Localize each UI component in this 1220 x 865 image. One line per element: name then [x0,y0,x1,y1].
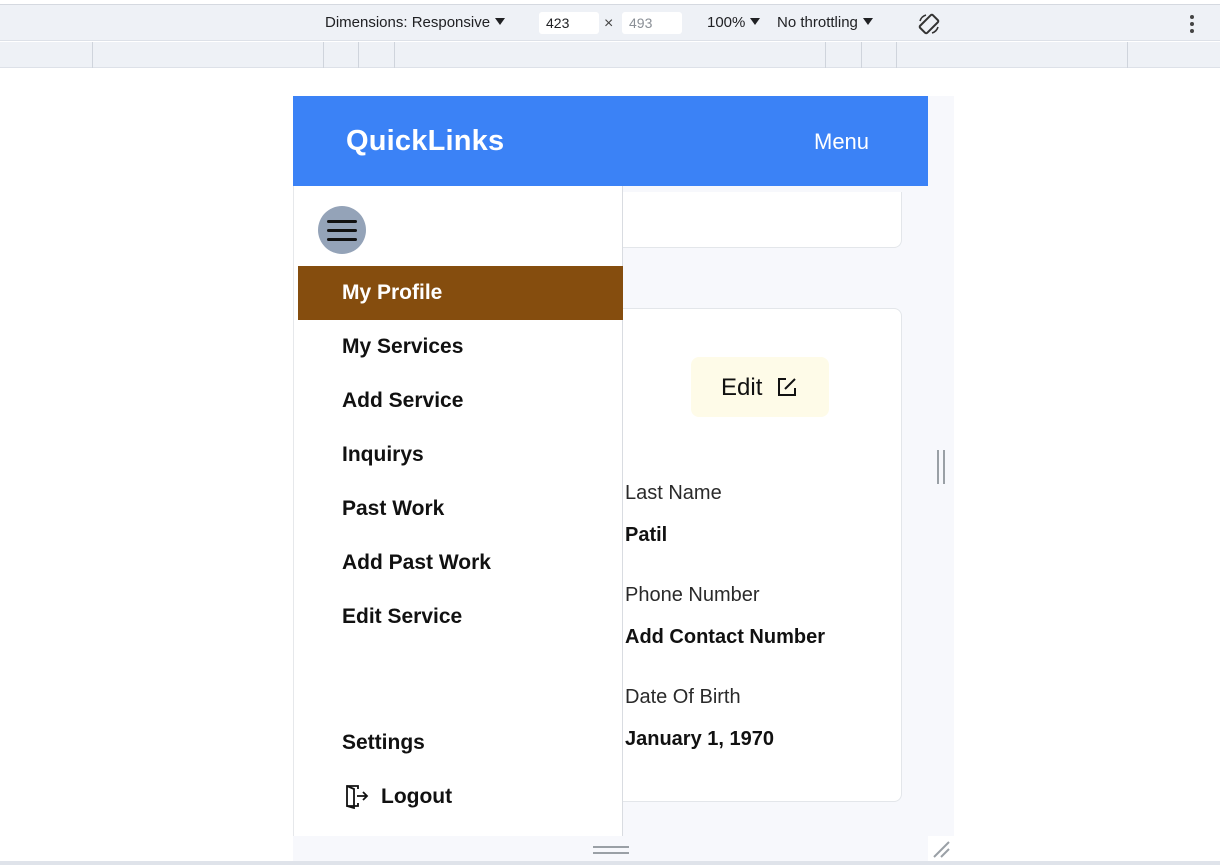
nav-item-edit-service[interactable]: Edit Service [298,590,623,644]
rotate-icon[interactable] [917,12,941,36]
nav-item-label: My Profile [342,281,443,304]
nav-item-past-work[interactable]: Past Work [298,482,623,536]
dimensions-label: Dimensions: Responsive [325,14,491,31]
nav-item-add-past-work[interactable]: Add Past Work [298,536,623,590]
profile-card-top [593,192,902,248]
date-of-birth-label: Date Of Birth [625,686,741,708]
kebab-menu-icon[interactable] [1186,15,1198,33]
viewport-resize-handle-right[interactable] [928,96,954,836]
edit-icon [778,378,796,396]
last-name-label: Last Name [625,482,722,504]
device-viewport: QuickLinks Menu Edit Last Name Patil Pho… [293,96,928,836]
caret-down-icon [495,18,506,25]
zoom-label: 100% [707,14,746,31]
nav-item-my-profile[interactable]: My Profile [298,266,623,320]
nav-item-my-services[interactable]: My Services [298,320,623,374]
resize-corner-icon[interactable] [930,838,952,860]
side-drawer: My Profile My Services Add Service Inqui… [293,186,623,836]
nav-item-label: Inquirys [342,443,424,466]
width-input[interactable]: 423 [539,12,599,34]
caret-down-icon [862,18,873,25]
throttling-label: No throttling [777,14,858,31]
nav-item-inquirys[interactable]: Inquirys [298,428,623,482]
menu-link[interactable]: Menu [814,129,869,155]
devtools-media-query-bar[interactable] [0,42,1220,68]
hamburger-menu-icon[interactable] [318,206,366,254]
nav-item-label: Add Service [342,389,464,412]
nav-item-logout[interactable]: Logout [298,770,623,824]
edit-label: Edit [721,374,763,401]
nav-item-settings[interactable]: Settings [298,716,623,770]
edit-profile-button[interactable]: Edit [691,357,829,417]
logout-icon [346,785,369,809]
nav-item-label: Settings [342,731,425,754]
app-header: QuickLinks Menu [293,96,928,186]
throttling-dropdown[interactable]: No throttling [777,14,873,31]
date-of-birth-value: January 1, 1970 [625,728,774,750]
last-name-value: Patil [625,524,668,546]
phone-number-value[interactable]: Add Contact Number [625,626,825,649]
viewport-resize-handle-bottom[interactable] [293,836,928,863]
phone-number-label: Phone Number [625,584,760,606]
height-input[interactable]: 493 [622,12,682,34]
devtools-device-toolbar: Dimensions: Responsive 423 × 493 100% No… [0,5,1220,41]
nav-item-label: Add Past Work [342,551,491,574]
nav-item-add-service[interactable]: Add Service [298,374,623,428]
nav-item-label: Past Work [342,497,445,520]
nav-item-label: Edit Service [342,605,463,628]
nav-item-label: Logout [381,785,453,808]
bottom-edge [0,861,1220,865]
nav-item-label: My Services [342,335,464,358]
brand-logo[interactable]: QuickLinks [346,125,504,158]
times-sign: × [604,15,614,32]
zoom-dropdown[interactable]: 100% [707,14,761,31]
dimensions-dropdown[interactable]: Dimensions: Responsive [325,14,506,31]
caret-down-icon [750,18,761,25]
